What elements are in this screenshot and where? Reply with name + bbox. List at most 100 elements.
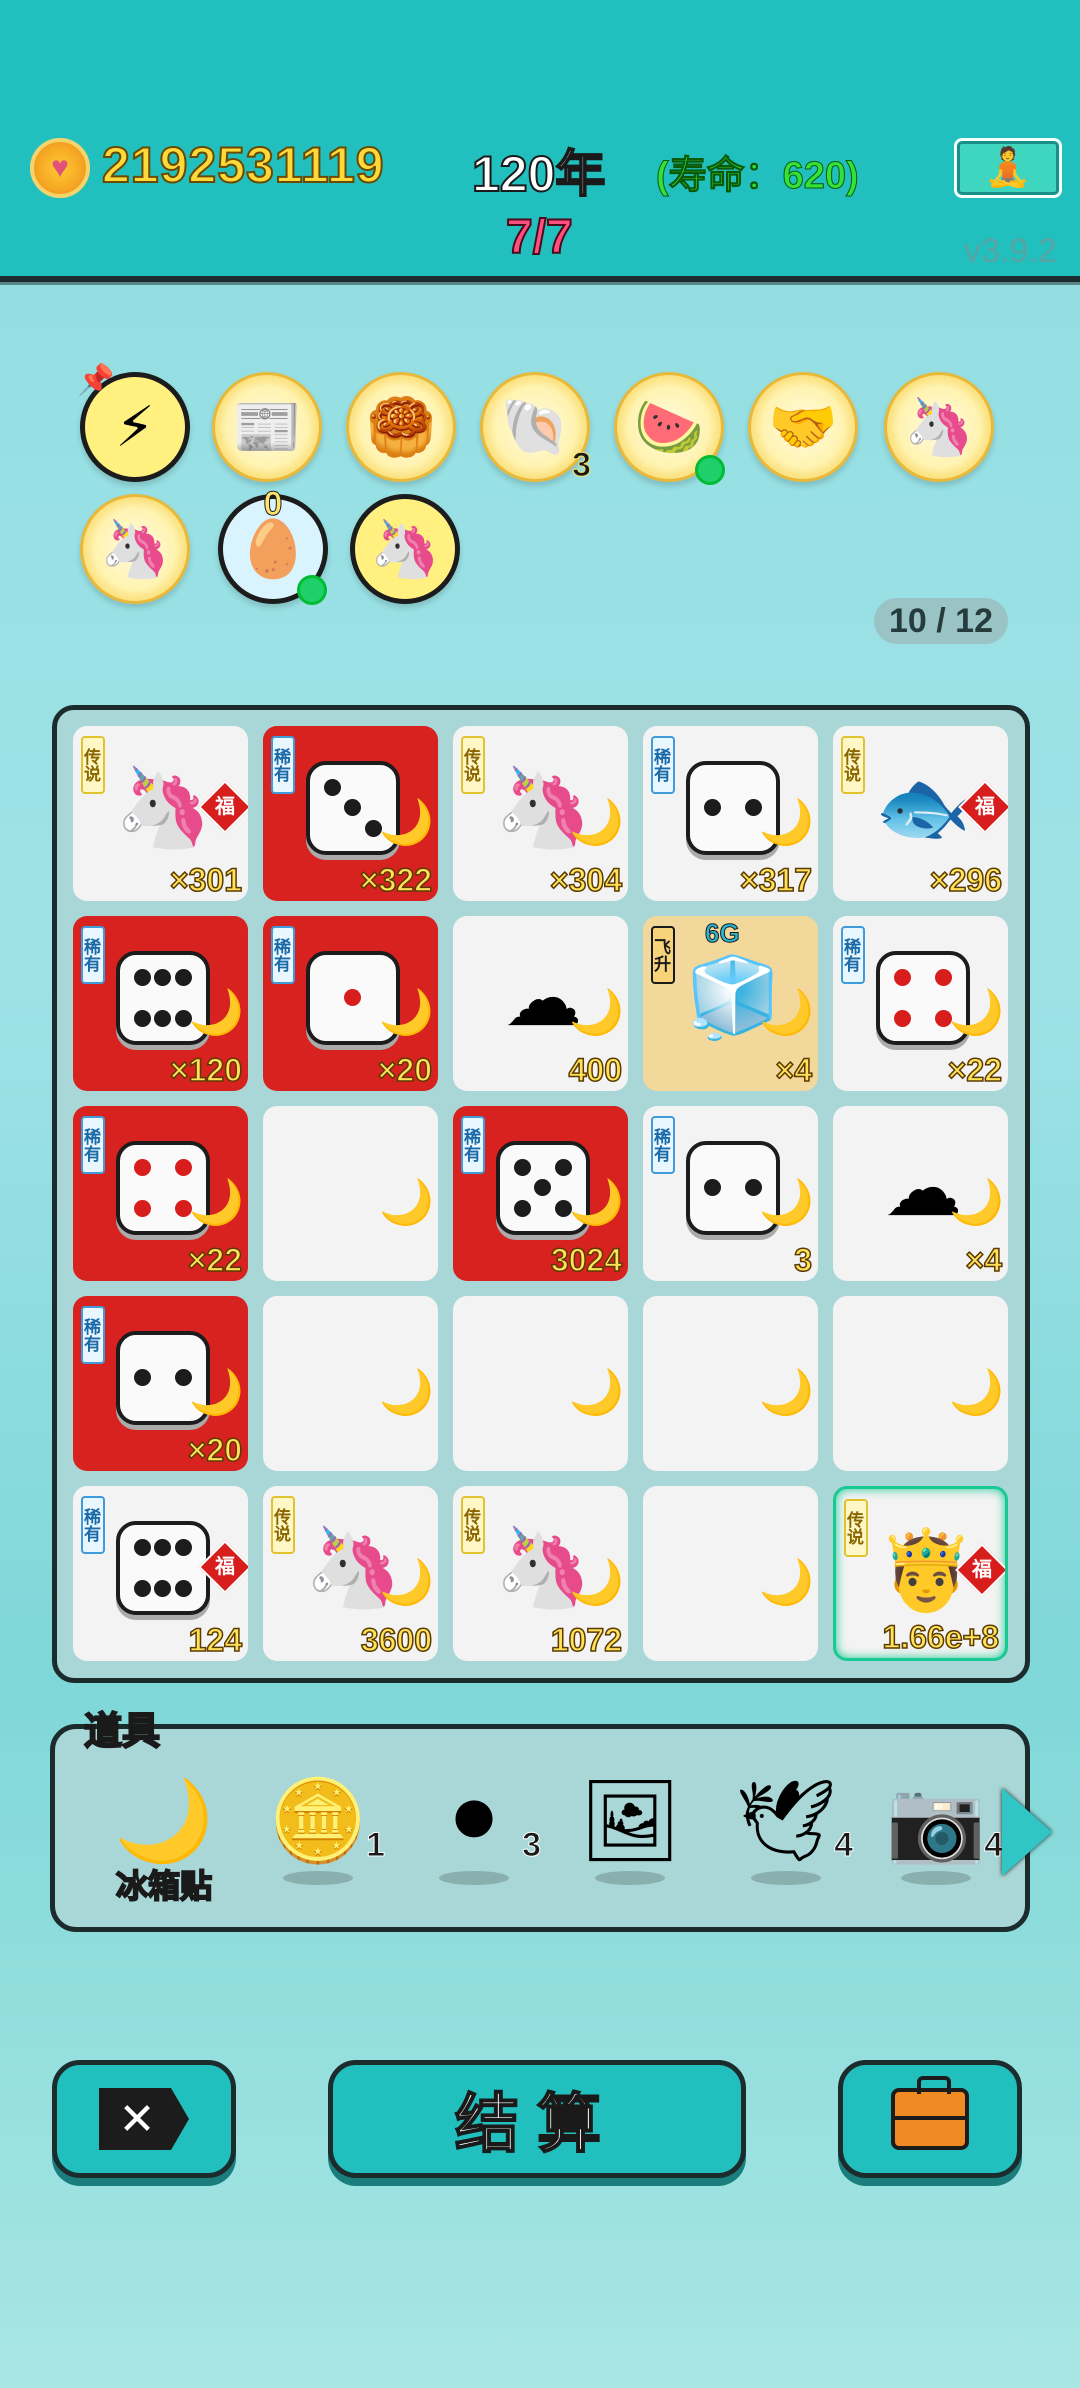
prop-item[interactable]: 🕊 4	[731, 1771, 853, 1901]
moon-icon: 🌙	[569, 798, 625, 848]
relic-unicorn-icon[interactable]: 🦄	[350, 494, 460, 604]
cell-count: ×4	[965, 1241, 1003, 1279]
prop-item[interactable]: 📷 4	[881, 1771, 1003, 1901]
dice-pip	[344, 799, 362, 817]
rarity-tag: 稀有	[81, 1116, 105, 1174]
board-cell[interactable]: 稀有 🌙 3	[643, 1106, 818, 1281]
prop-label: 冰箱贴	[115, 1867, 213, 1905]
board-cell[interactable]: 稀有福 124	[73, 1486, 248, 1661]
rarity-tag: 稀有	[81, 1306, 105, 1364]
relic-handshake-icon[interactable]: 🤝	[748, 372, 858, 482]
rarity-tag: 稀有	[651, 736, 675, 794]
prop-item[interactable]: 🪙 1	[263, 1771, 385, 1901]
board-cell[interactable]: 稀有 🌙 3024	[453, 1106, 628, 1281]
rarity-tag: 稀有	[651, 1116, 675, 1174]
board-cell[interactable]: 传说 🦄 福 ×301	[73, 726, 248, 901]
dice-face	[116, 1521, 210, 1615]
cell-count: 3	[793, 1241, 812, 1279]
relic-unicorn-icon[interactable]: 🦄	[884, 372, 994, 482]
cell-count: ×304	[549, 861, 623, 899]
props-next-arrow-icon[interactable]	[1002, 1788, 1052, 1876]
board-cell[interactable]: ☁ 🌙 400	[453, 916, 628, 1091]
moon-icon: 🌙	[114, 1776, 214, 1865]
fortune-label: 福	[975, 796, 995, 818]
year-display: 120年	[471, 145, 606, 203]
board-cell[interactable]: 传说 🐟 福 ×296	[833, 726, 1008, 901]
coin-heart-icon: ♥	[30, 138, 90, 198]
cell-count: 3600	[360, 1621, 433, 1659]
moon-icon: 🌙	[189, 988, 245, 1038]
dice-pip	[154, 1580, 172, 1598]
moon-icon: 🌙	[379, 1558, 435, 1608]
prop-item[interactable]: ⚫ 3	[419, 1771, 541, 1901]
close-button[interactable]: ✕	[52, 2060, 236, 2178]
briefcase-icon	[891, 2076, 969, 2150]
rarity-tag: 传说	[461, 1496, 485, 1554]
board-cell[interactable]: 传说 🤴 福 1.66e+8	[833, 1486, 1008, 1661]
relic-time-magazine-icon[interactable]: 📰	[212, 372, 322, 482]
bag-button[interactable]	[838, 2060, 1022, 2178]
board-cell[interactable]: 稀有 🌙 ×22	[833, 916, 1008, 1091]
prop-item[interactable]: 🌙 冰箱贴	[109, 1771, 219, 1905]
board-cell[interactable]: 传说 🦄 🌙 3600	[263, 1486, 438, 1661]
board-cell[interactable]: 稀有 🌙 ×317	[643, 726, 818, 901]
board-cell[interactable]: 传说 🦄 🌙 1072	[453, 1486, 628, 1661]
moon-icon: 🌙	[379, 798, 435, 848]
camera-icon: 📷	[886, 1776, 986, 1865]
cell-count: ×322	[359, 861, 433, 899]
top-divider	[0, 282, 1080, 285]
dice-pip	[175, 1580, 193, 1598]
board-cell[interactable]: 稀有 🌙 ×322	[263, 726, 438, 901]
dice-pip	[513, 1200, 531, 1218]
board-cell[interactable]: 🌙	[643, 1486, 818, 1661]
board-cell[interactable]: 🌙	[833, 1296, 1008, 1471]
cell-count: ×20	[377, 1051, 433, 1089]
dice-pip	[344, 989, 362, 1007]
dice-pip	[175, 1158, 193, 1176]
moon-icon: 🌙	[379, 988, 435, 1038]
relic-unicorn-icon[interactable]: 🦄	[80, 494, 190, 604]
relic-shell-icon[interactable]: 🐚 3	[480, 372, 592, 485]
dice-pip	[555, 1158, 573, 1176]
relic-fruit-basket-icon[interactable]: 🍉	[614, 372, 725, 485]
relic-top-count: 0	[263, 485, 283, 524]
meditation-button[interactable]: 🧘	[954, 138, 1062, 198]
props-title: 道具	[83, 1710, 161, 1754]
settle-button[interactable]: 结算	[328, 2060, 746, 2178]
dice-pip	[154, 968, 172, 986]
prop-item[interactable]: 🖼	[575, 1771, 685, 1901]
pigeon-icon: 🕊	[735, 1776, 837, 1865]
relic-mooncake-icon[interactable]: 🥮	[346, 372, 456, 482]
board-cell[interactable]: 🌙	[453, 1296, 628, 1471]
coin-dollar-icon: 🪙	[268, 1776, 368, 1865]
cell-count: ×22	[187, 1241, 243, 1279]
rarity-tag: 传说	[271, 1496, 295, 1554]
meditation-icon: 🧘	[984, 147, 1032, 189]
board-cell[interactable]: 稀有 🌙 ×22	[73, 1106, 248, 1281]
page-counter: 10 / 12	[874, 598, 1008, 644]
board-cell[interactable]: 稀有 🌙 ×20	[263, 916, 438, 1091]
board-cell[interactable]: 🌙	[263, 1296, 438, 1471]
moon-icon: 🌙	[189, 1178, 245, 1228]
board-cell[interactable]: ☁ 🌙 ×4	[833, 1106, 1008, 1281]
dice-pip	[154, 1010, 172, 1028]
board-cell[interactable]: 传说 🦄 🌙 ×304	[453, 726, 628, 901]
board-cell[interactable]: 飞升 6G 🧊 🌙 ×4	[643, 916, 818, 1091]
cell-count: 1.66e+8	[882, 1618, 1000, 1656]
board-grid: 传说 🦄 福 ×301 稀有 🌙 ×322 传说 🦄 🌙 ×304 稀有 🌙 ×317 传说 🐟 福 ×296 稀有…	[73, 726, 1009, 1661]
dice-pip	[133, 968, 151, 986]
relic-badge: 3	[572, 446, 592, 485]
board-cell[interactable]: 🌙	[263, 1106, 438, 1281]
board-cell[interactable]: 🌙	[643, 1296, 818, 1471]
prop-count: 4	[984, 1826, 1004, 1865]
active-indicator	[695, 455, 725, 485]
board-cell[interactable]: 稀有 🌙 ×20	[73, 1296, 248, 1471]
pin-icon: 📌	[77, 364, 115, 397]
board-cell[interactable]: 稀有 🌙 ×120	[73, 916, 248, 1091]
rarity-tag: 稀有	[841, 926, 865, 984]
dice-pip	[703, 1179, 721, 1197]
relic-lightning-icon[interactable]: ⚡ 📌	[77, 364, 190, 482]
dice-pip	[175, 1538, 193, 1556]
relic-egg-tray-icon[interactable]: 🥚 0	[218, 485, 328, 605]
dice-pip	[534, 1179, 552, 1197]
